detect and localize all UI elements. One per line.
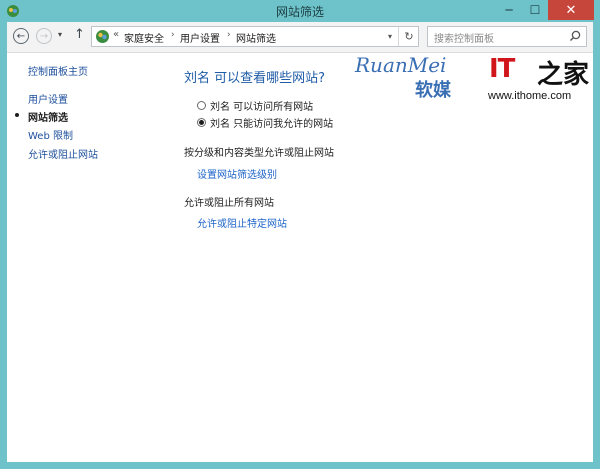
back-button[interactable]: ← [13, 28, 29, 44]
control-panel-icon [96, 30, 109, 43]
recent-locations-chevron-icon[interactable]: ▾ [58, 30, 62, 39]
search-placeholder: 搜索控制面板 [434, 34, 494, 45]
up-button[interactable]: ↑ [74, 27, 85, 42]
radio-allow-all[interactable] [197, 101, 206, 110]
set-filter-level-link[interactable]: 设置网站筛选级别 [197, 166, 277, 181]
section-rating-label: 按分级和内容类型允许或阻止网站 [184, 148, 334, 159]
search-input[interactable]: 搜索控制面板 [427, 26, 587, 47]
forward-button[interactable]: → [36, 28, 52, 44]
breadcrumb-separator[interactable]: › [171, 30, 175, 40]
breadcrumb-user-settings[interactable]: 用户设置 [180, 30, 220, 45]
sidebar-item-allow-block-sites[interactable]: 允许或阻止网站 [28, 146, 98, 161]
breadcrumb-family-safety[interactable]: 家庭安全 [124, 30, 164, 45]
refresh-icon[interactable]: ↻ [398, 27, 419, 46]
ithome-logo: IT [489, 54, 515, 84]
section-allow-block-label: 允许或阻止所有网站 [184, 198, 274, 209]
sidebar-home-link[interactable]: 控制面板主页 [28, 63, 88, 78]
ithome-url: www.ithome.com [488, 90, 572, 102]
option-allow-all[interactable]: 刘名 可以访问所有网站 [197, 98, 313, 113]
option-allow-all-label[interactable]: 刘名 可以访问所有网站 [210, 98, 313, 113]
address-prefix[interactable]: « [113, 29, 119, 40]
page-heading: 刘名 可以查看哪些网站? [184, 71, 326, 86]
option-allowed-only-label[interactable]: 刘名 只能访问我允许的网站 [210, 115, 333, 130]
ruanmei-watermark: RuanMei [355, 53, 447, 77]
sidebar-item-user-settings[interactable]: 用户设置 [28, 91, 68, 106]
content-area: 控制面板主页 用户设置 网站筛选 Web 限制 允许或阻止网站 刘名 可以查看哪… [7, 53, 593, 462]
breadcrumb-web-filtering[interactable]: 网站筛选 [236, 30, 276, 45]
address-bar[interactable]: « 家庭安全 › 用户设置 › 网站筛选 ▾ ↻ [91, 26, 419, 47]
search-icon[interactable] [569, 30, 581, 42]
ithome-logo-glyph: 之家 [537, 60, 590, 90]
sidebar-item-web-restrictions[interactable]: Web 限制 [28, 127, 73, 142]
current-page-bullet [15, 113, 19, 117]
sidebar-item-web-filtering[interactable]: 网站筛选 [28, 109, 68, 124]
option-allowed-only[interactable]: 刘名 只能访问我允许的网站 [197, 115, 333, 130]
ruanmei-watermark-cn: 软媒 [415, 80, 451, 101]
radio-allowed-only[interactable] [197, 118, 206, 127]
maximize-button[interactable]: ☐ [522, 0, 548, 20]
window-controls: ─ ☐ ✕ [496, 0, 594, 20]
address-dropdown-chevron-icon[interactable]: ▾ [382, 27, 398, 46]
title-bar[interactable]: 网站筛选 ─ ☐ ✕ [0, 0, 600, 22]
allow-block-specific-sites-link[interactable]: 允许或阻止特定网站 [197, 215, 287, 230]
minimize-button[interactable]: ─ [496, 0, 522, 20]
breadcrumb-separator[interactable]: › [227, 30, 231, 40]
close-button[interactable]: ✕ [548, 0, 594, 20]
navigation-toolbar: ← → ▾ ↑ « 家庭安全 › 用户设置 › 网站筛选 ▾ ↻ 搜索控制面板 [7, 22, 593, 53]
